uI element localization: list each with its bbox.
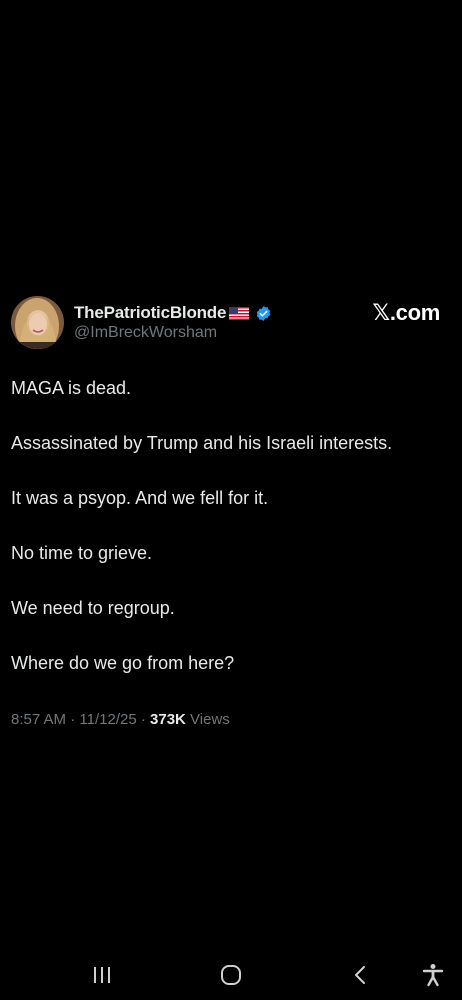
views-label: Views bbox=[185, 711, 230, 728]
tweet-line: It was a psyop. And we fell for it. bbox=[11, 488, 269, 508]
tweet-line: MAGA is dead. bbox=[11, 378, 132, 398]
views-count[interactable]: 373K bbox=[150, 711, 186, 728]
tweet-line: We need to regroup. bbox=[11, 598, 175, 618]
avatar[interactable] bbox=[11, 296, 64, 349]
tweet-line: No time to grieve. bbox=[11, 543, 153, 563]
tweet-card[interactable]: ThePatrioticBlonde @ImBreckWorsham 𝕏.com… bbox=[0, 294, 462, 728]
us-flag-icon bbox=[229, 306, 250, 320]
tweet-date[interactable]: 11/12/25 bbox=[79, 711, 136, 728]
display-name[interactable]: ThePatrioticBlonde bbox=[74, 303, 226, 323]
name-row: ThePatrioticBlonde bbox=[74, 302, 272, 324]
tweet-line: Where do we go from here? bbox=[11, 653, 235, 673]
recent-apps-icon[interactable] bbox=[87, 960, 117, 990]
back-icon[interactable] bbox=[346, 960, 376, 990]
handle[interactable]: @ImBreckWorsham bbox=[74, 324, 217, 342]
verified-badge-icon bbox=[255, 305, 272, 322]
tweet-text: MAGA is dead. Assassinated by Trump and … bbox=[11, 377, 456, 707]
tweet-header: ThePatrioticBlonde @ImBreckWorsham 𝕏.com bbox=[0, 294, 462, 352]
home-icon[interactable] bbox=[216, 960, 246, 990]
meta-separator: · bbox=[136, 711, 151, 728]
accessibility-icon[interactable] bbox=[418, 960, 448, 990]
x-brand-logo: 𝕏.com bbox=[372, 300, 440, 325]
meta-separator: · bbox=[66, 711, 80, 728]
tweet-time[interactable]: 8:57 AM bbox=[11, 711, 66, 728]
tweet-meta: 8:57 AM · 11/12/25 · 373K Views bbox=[11, 711, 230, 728]
tweet-line: Assassinated by Trump and his Israeli in… bbox=[11, 433, 393, 453]
android-nav-bar bbox=[0, 948, 462, 1000]
